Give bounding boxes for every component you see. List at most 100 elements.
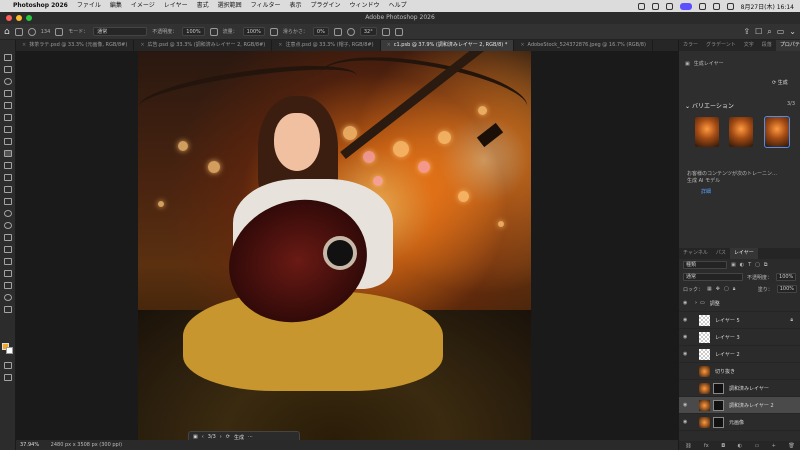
brush-tool-icon[interactable]	[4, 150, 12, 157]
history-brush-tool-icon[interactable]	[4, 174, 12, 181]
lock-pixels-icon[interactable]: ▦	[707, 286, 712, 292]
pressure-opacity-icon[interactable]	[209, 27, 218, 36]
lock-all-icon[interactable]: 🔒︎	[733, 286, 736, 292]
close-icon[interactable]: ×	[278, 42, 282, 48]
layer-row[interactable]: ◉ レイヤー 2	[679, 346, 800, 363]
tab-paragraph[interactable]: 段落	[758, 40, 776, 51]
stamp-tool-icon[interactable]	[4, 162, 12, 169]
type-tool-icon[interactable]	[4, 246, 12, 253]
visibility-eye-icon[interactable]: ◉	[683, 419, 689, 425]
status-icon[interactable]	[665, 2, 673, 10]
variation-thumbnail[interactable]	[729, 117, 753, 147]
layer-row[interactable]: ◉ レイヤー 5 🔒︎	[679, 312, 800, 329]
tab-gradient[interactable]: グラデーント	[702, 40, 740, 51]
variation-thumbnail-selected[interactable]	[764, 116, 790, 148]
chevron-down-icon[interactable]: ⌄	[789, 27, 796, 36]
details-link[interactable]: 詳細	[701, 188, 711, 195]
chevron-right-icon[interactable]: ›	[695, 300, 697, 306]
home-icon[interactable]: ⌂	[4, 27, 10, 37]
eyedropper-tool-icon[interactable]	[4, 126, 12, 133]
lasso-tool-icon[interactable]	[4, 78, 12, 85]
airbrush-icon[interactable]	[269, 27, 278, 36]
workspace-icon[interactable]: ▭	[777, 27, 785, 36]
pen-tool-icon[interactable]	[4, 234, 12, 241]
menubar-clock[interactable]: 8月27日(木) 16:14	[741, 2, 794, 11]
wifi-icon[interactable]	[712, 2, 720, 10]
close-window-icon[interactable]	[6, 15, 12, 21]
tab-paths[interactable]: パス	[712, 248, 730, 259]
trash-icon[interactable]: 🗑︎	[788, 443, 794, 449]
search-icon[interactable]	[726, 2, 734, 10]
layer-mask-thumbnail[interactable]	[713, 416, 724, 428]
angle-field[interactable]: 32°	[359, 27, 377, 36]
brush-size-value[interactable]: 134	[41, 29, 51, 35]
more-tools-icon[interactable]	[4, 306, 12, 313]
lock-position-icon[interactable]: ✥	[716, 286, 720, 292]
filter-smart-icon[interactable]: ⧉	[764, 262, 768, 268]
control-center-icon[interactable]	[679, 2, 692, 10]
comments-icon[interactable]: ☐	[755, 27, 762, 36]
menu-view[interactable]: 表示	[290, 0, 302, 12]
document-image[interactable]	[138, 51, 531, 440]
add-mask-icon[interactable]: ◘	[721, 443, 725, 449]
variation-thumbnail[interactable]	[695, 117, 719, 147]
hand-tool-icon[interactable]	[4, 282, 12, 289]
brush-tool-icon[interactable]	[14, 27, 23, 36]
canvas-area[interactable]	[16, 51, 678, 440]
search-icon[interactable]: ⌕	[767, 27, 771, 37]
flow-field[interactable]: 100%	[242, 27, 265, 36]
smoothing-field[interactable]: 0%	[312, 27, 329, 36]
layer-style-icon[interactable]: fx	[704, 443, 709, 449]
tab-layers[interactable]: レイヤー	[729, 248, 758, 259]
screen-mode-icon[interactable]	[4, 374, 12, 381]
filter-type-icon[interactable]: T	[748, 262, 751, 268]
move-tool-icon[interactable]	[4, 54, 12, 61]
symmetry-icon[interactable]	[394, 27, 403, 36]
dodge-tool-icon[interactable]	[4, 222, 12, 229]
background-color-swatch[interactable]	[6, 347, 13, 354]
tab-document[interactable]: × 抹茶ラテ.psd @ 33.3% (元画像, RGB/8#)	[16, 40, 135, 51]
frame-tool-icon[interactable]	[4, 114, 12, 121]
generate-button[interactable]: ⟳ 生成	[772, 79, 788, 86]
menu-file[interactable]: ファイル	[77, 0, 101, 12]
menu-edit[interactable]: 編集	[110, 0, 122, 12]
brush-preset-icon[interactable]	[27, 27, 36, 36]
zoom-tool-icon[interactable]	[4, 294, 12, 301]
blur-tool-icon[interactable]	[4, 210, 12, 217]
menu-filter[interactable]: フィルター	[251, 0, 281, 12]
crop-tool-icon[interactable]	[4, 102, 12, 109]
layer-row[interactable]: 調和済みレイヤー	[679, 380, 800, 397]
menu-plugins[interactable]: プラグイン	[311, 0, 341, 12]
gradient-tool-icon[interactable]	[4, 198, 12, 205]
close-icon[interactable]: ×	[140, 42, 144, 48]
menu-layer[interactable]: レイヤー	[164, 0, 188, 12]
layer-row-selected[interactable]: ◉ 調和済みレイヤー 2	[679, 397, 800, 414]
fill-field[interactable]: 100%	[776, 285, 797, 293]
visibility-eye-icon[interactable]: ◉	[683, 334, 689, 340]
tab-document[interactable]: × 広告.psd @ 33.3% (調和済みレイヤー 2, RGB/8#)	[134, 40, 273, 51]
blend-mode-select[interactable]: 通常	[683, 273, 743, 281]
mode-select[interactable]: 通常	[93, 27, 148, 36]
filter-pixel-icon[interactable]: ▣	[731, 262, 736, 268]
layer-mask-thumbnail[interactable]	[713, 399, 724, 411]
tab-document-active[interactable]: × c1.psb @ 37.9% (調和済みレイヤー 2, RGB/8) *	[380, 40, 515, 51]
new-layer-icon[interactable]: +	[772, 443, 776, 449]
tab-document[interactable]: × AdobeStock_524372876.jpeg @ 16.7% (RGB/…	[514, 40, 653, 51]
lock-artboard-icon[interactable]: ▢	[724, 286, 729, 292]
layer-mask-thumbnail[interactable]	[713, 382, 724, 394]
layer-opacity-field[interactable]: 100%	[776, 273, 797, 281]
menu-select[interactable]: 選択範囲	[218, 0, 242, 12]
tab-color[interactable]: カラー	[679, 40, 702, 51]
layer-row-group[interactable]: ◉ › ▭ 調整	[679, 295, 800, 312]
zoom-level[interactable]: 37.94%	[20, 442, 39, 448]
path-select-tool-icon[interactable]	[4, 258, 12, 265]
smoothing-settings-icon[interactable]	[333, 27, 342, 36]
quick-mask-icon[interactable]	[4, 362, 12, 369]
visibility-eye-icon[interactable]: ◉	[683, 300, 689, 306]
share-icon[interactable]: ⇪	[743, 27, 750, 36]
document-info[interactable]: 2480 px x 3508 px (300 ppi)	[51, 442, 122, 448]
layer-row[interactable]: ◉ レイヤー 3	[679, 329, 800, 346]
status-icon[interactable]	[637, 2, 645, 10]
menu-image[interactable]: イメージ	[131, 0, 155, 12]
adjustment-layer-icon[interactable]: ◐	[738, 443, 742, 449]
